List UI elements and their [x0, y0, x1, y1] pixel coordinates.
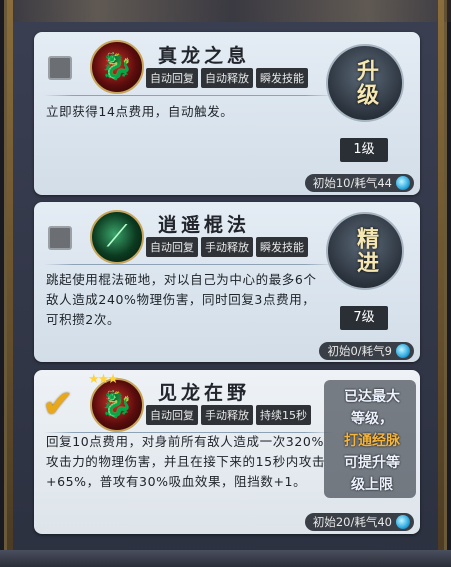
skill-checkbox[interactable] — [48, 226, 72, 250]
qi-orb-icon — [396, 176, 410, 190]
skill-level-badge: 7级 — [340, 306, 388, 330]
skill-description: 立即获得14点费用，自动触发。 — [46, 104, 234, 119]
skill-tag: 手动释放 — [201, 405, 253, 425]
max-level-line: 可提升等 — [344, 455, 400, 471]
skill-tag: 自动回复 — [146, 405, 198, 425]
left-border-ornament — [7, 0, 13, 567]
skill-cost: 初始0/耗气9 — [319, 342, 414, 360]
skill-tag: 瞬发技能 — [256, 237, 308, 257]
skill-checkbox[interactable] — [48, 56, 72, 80]
max-level-notice: 已达最大 等级， 打通经脉 可提升等 级上限 — [330, 386, 414, 496]
top-ornament — [7, 0, 451, 22]
skill-tags: 自动回复 自动释放 瞬发技能 — [146, 68, 308, 88]
skill-tag: 自动释放 — [201, 68, 253, 88]
right-border-ornament — [438, 0, 444, 567]
bottom-frame — [0, 550, 451, 567]
dragon-icon: 🐉 — [90, 40, 144, 94]
skill-level-badge: 1级 — [340, 138, 388, 162]
dragon-icon: ★★★ 🐉 — [88, 372, 144, 432]
skill-card: 🐉 真龙之息 自动回复 自动释放 瞬发技能 立即获得14点费用，自动触发。 升级… — [34, 32, 420, 195]
skill-cost: 初始10/耗气44 — [304, 174, 414, 192]
skill-tag: 自动回复 — [146, 68, 198, 88]
skill-card: ✔ ★★★ 🐉 见龙在野 自动回复 手动释放 持续15秒 回复10点费用，对身前… — [34, 370, 420, 534]
upgrade-button[interactable]: 升级 — [326, 44, 404, 122]
skill-tags: 自动回复 手动释放 瞬发技能 — [146, 237, 308, 257]
skill-tag: 自动回复 — [146, 237, 198, 257]
skill-name: 见龙在野 — [158, 382, 251, 404]
skill-description: 跳起使用棍法砸地，对以自己为中心的最多6个敌人造成240%物理伤害，同时回复3点… — [46, 272, 317, 327]
refine-button-label: 精进 — [353, 227, 378, 275]
skill-tag: 瞬发技能 — [256, 68, 308, 88]
skill-tag: 手动释放 — [201, 237, 253, 257]
divider — [44, 95, 334, 96]
upgrade-button-label: 升级 — [353, 59, 378, 107]
max-level-line: 等级， — [351, 411, 393, 427]
staff-icon: ⟋ — [90, 210, 144, 264]
skill-cost-text: 初始20/耗气40 — [312, 515, 392, 529]
divider — [44, 264, 334, 265]
max-level-line: 级上限 — [351, 477, 393, 493]
skill-cost: 初始20/耗气40 — [304, 513, 414, 531]
skill-cost-text: 初始10/耗气44 — [312, 176, 392, 190]
meridian-link[interactable]: 打通经脉 — [330, 430, 414, 452]
skill-name: 逍遥棍法 — [158, 214, 251, 236]
selected-check-icon[interactable]: ✔ — [42, 384, 82, 424]
skill-description: 回复10点费用，对身前所有敌人造成一次320%攻击力的物理伤害，并且在接下来的1… — [46, 434, 326, 489]
skill-tags: 自动回复 手动释放 持续15秒 — [146, 405, 311, 425]
skill-cost-text: 初始0/耗气9 — [327, 344, 392, 358]
refine-button[interactable]: 精进 — [326, 212, 404, 290]
max-level-line: 已达最大 — [344, 389, 400, 405]
skill-tag: 持续15秒 — [256, 405, 311, 425]
qi-orb-icon — [396, 344, 410, 358]
qi-orb-icon — [396, 515, 410, 529]
skill-card: ⟋ 逍遥棍法 自动回复 手动释放 瞬发技能 跳起使用棍法砸地，对以自己为中心的最… — [34, 202, 420, 362]
skill-name: 真龙之息 — [158, 45, 251, 67]
